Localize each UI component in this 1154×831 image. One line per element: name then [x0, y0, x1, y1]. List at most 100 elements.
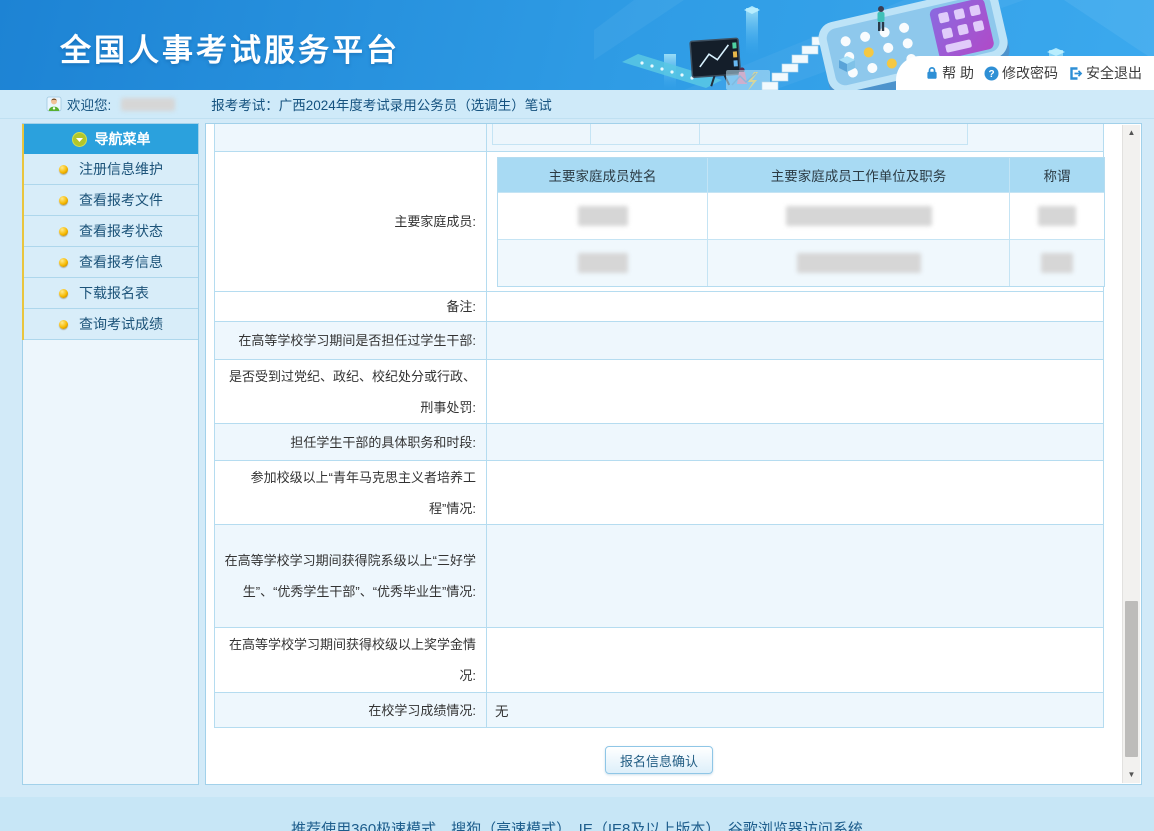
- sidebar-item-label: 注册信息维护: [79, 159, 163, 179]
- row-label: 在高等学校学习期间获得校级以上奖学金情况:: [215, 628, 487, 692]
- nav-menu-title: 导航菜单: [95, 129, 151, 149]
- application-form-table: 主要家庭成员: 主要家庭成员姓名 主要家庭成员工作单位及职务 称谓: [214, 124, 1104, 728]
- bullet-icon: [59, 258, 68, 267]
- help-label: 帮 助: [942, 63, 974, 83]
- bullet-icon: [59, 227, 68, 236]
- family-members-value: 主要家庭成员姓名 主要家庭成员工作单位及职务 称谓: [487, 152, 1105, 291]
- footer: 推荐使用360极速模式、搜狗（高速模式）、IE（IE8及以上版本）、谷歌浏览器访…: [0, 797, 1154, 831]
- row-value: [487, 322, 1103, 359]
- partial-cell: [493, 124, 591, 144]
- header: 全国人事考试服务平台 帮 助 ? 修改密码 安全退出: [0, 0, 1154, 90]
- row-label: 在高等学校学习期间获得院系级以上“三好学生”、“优秀学生干部”、“优秀毕业生”情…: [215, 525, 487, 627]
- user-avatar-icon: [46, 96, 62, 112]
- sidebar-item-label: 下载报名表: [79, 283, 149, 303]
- row-value: [487, 360, 1103, 423]
- sidebar-item-view-application-info[interactable]: 查看报考信息: [24, 247, 198, 278]
- redacted-member-workunit: [786, 206, 932, 226]
- form-row-cadre-position: 担任学生干部的具体职务和时段:: [215, 423, 1103, 460]
- family-members-row: 主要家庭成员: 主要家庭成员姓名 主要家庭成员工作单位及职务 称谓: [215, 151, 1103, 291]
- scroll-down-arrow-icon[interactable]: ▼: [1123, 767, 1140, 783]
- row-value: [487, 461, 1103, 524]
- redacted-member-name: [578, 253, 628, 273]
- partial-row: [215, 124, 1103, 151]
- scroll-up-arrow-icon[interactable]: ▲: [1123, 125, 1140, 141]
- column-header-workunit: 主要家庭成员工作单位及职务: [708, 158, 1010, 192]
- header-toolbar: 帮 助 ? 修改密码 安全退出: [896, 56, 1154, 90]
- welcome-label: 欢迎您:: [67, 94, 111, 114]
- form-row-punishment: 是否受到过党纪、政纪、校纪处分或行政、刑事处罚:: [215, 359, 1103, 423]
- redacted-member-workunit: [797, 253, 921, 273]
- row-value: [487, 424, 1103, 460]
- row-label: 在校学习成绩情况:: [215, 693, 487, 727]
- form-row-academic-record: 在校学习成绩情况: 无: [215, 692, 1103, 727]
- row-value: [487, 628, 1103, 692]
- family-table-row: [498, 192, 1104, 239]
- change-password-label: 修改密码: [1002, 63, 1058, 83]
- button-row: 报名信息确认: [214, 746, 1104, 774]
- sidebar-item-query-scores[interactable]: 查询考试成绩: [24, 309, 198, 340]
- form-row-marxist-program: 参加校级以上“青年马克思主义者培养工程”情况:: [215, 460, 1103, 524]
- sidebar-item-register-info[interactable]: 注册信息维护: [24, 154, 198, 185]
- sidebar-item-label: 查看报考状态: [79, 221, 163, 241]
- bullet-icon: [59, 289, 68, 298]
- redacted-username: [121, 98, 175, 111]
- sidebar-item-view-application-status[interactable]: 查看报考状态: [24, 216, 198, 247]
- sidebar-item-download-form[interactable]: 下载报名表: [24, 278, 198, 309]
- partial-cell: [591, 124, 700, 144]
- sidebar: 导航菜单 注册信息维护 查看报考文件 查看报考状态 查看报考信息: [22, 123, 199, 785]
- page-title: 全国人事考试服务平台: [60, 25, 400, 70]
- logout-label: 安全退出: [1086, 63, 1142, 83]
- bullet-icon: [59, 196, 68, 205]
- question-icon: ?: [984, 66, 999, 81]
- redacted-member-relation: [1038, 206, 1076, 226]
- row-label: 担任学生干部的具体职务和时段:: [215, 424, 487, 460]
- form-row-student-cadre: 在高等学校学习期间是否担任过学生干部:: [215, 321, 1103, 359]
- welcome-bar: 欢迎您: 报考考试：广西2024年度考试录用公务员（选调生）笔试: [0, 90, 1154, 119]
- row-label: 在高等学校学习期间是否担任过学生干部:: [215, 322, 487, 359]
- confirm-registration-button[interactable]: 报名信息确认: [605, 746, 713, 774]
- row-value: [487, 292, 1103, 321]
- redacted-member-name: [578, 206, 628, 226]
- sidebar-item-label: 查看报考信息: [79, 252, 163, 272]
- family-members-label: 主要家庭成员:: [215, 152, 487, 291]
- bullet-icon: [59, 320, 68, 329]
- logout-link[interactable]: 安全退出: [1068, 63, 1142, 83]
- family-table-row: [498, 239, 1104, 286]
- logout-icon: [1068, 66, 1083, 81]
- change-password-link[interactable]: ? 修改密码: [984, 63, 1058, 83]
- sidebar-item-label: 查询考试成绩: [79, 314, 163, 334]
- sidebar-item-label: 查看报考文件: [79, 190, 163, 210]
- page-body: 导航菜单 注册信息维护 查看报考文件 查看报考状态 查看报考信息: [0, 119, 1154, 797]
- partial-row-label: [215, 124, 487, 151]
- nav-menu-header: 导航菜单: [24, 124, 198, 154]
- content-panel: 主要家庭成员: 主要家庭成员姓名 主要家庭成员工作单位及职务 称谓: [205, 123, 1142, 785]
- form-row-remarks: 备注:: [215, 291, 1103, 321]
- vertical-scrollbar[interactable]: ▲ ▼: [1122, 125, 1140, 783]
- partial-row-value: [487, 124, 1103, 151]
- partial-inner-table: [492, 124, 968, 145]
- row-label: 参加校级以上“青年马克思主义者培养工程”情况:: [215, 461, 487, 524]
- sidebar-item-view-exam-files[interactable]: 查看报考文件: [24, 185, 198, 216]
- column-header-relation: 称谓: [1010, 158, 1104, 192]
- row-label: 是否受到过党纪、政纪、校纪处分或行政、刑事处罚:: [215, 360, 487, 423]
- nav-list: 注册信息维护 查看报考文件 查看报考状态 查看报考信息 下载报名表: [24, 154, 198, 340]
- scrollbar-thumb[interactable]: [1125, 601, 1138, 757]
- family-members-table: 主要家庭成员姓名 主要家庭成员工作单位及职务 称谓: [497, 157, 1105, 287]
- form-row-scholarship: 在高等学校学习期间获得校级以上奖学金情况:: [215, 627, 1103, 692]
- help-link[interactable]: 帮 助: [925, 63, 974, 83]
- exam-label: 报考考试：广西2024年度考试录用公务员（选调生）笔试: [211, 94, 552, 114]
- column-header-name: 主要家庭成员姓名: [498, 158, 708, 192]
- footer-browser-tip: 推荐使用360极速模式、搜狗（高速模式）、IE（IE8及以上版本）、谷歌浏览器访…: [0, 818, 1154, 831]
- row-label: 备注:: [215, 292, 487, 321]
- redacted-member-relation: [1041, 253, 1073, 273]
- family-table-header: 主要家庭成员姓名 主要家庭成员工作单位及职务 称谓: [498, 158, 1104, 192]
- bullet-icon: [59, 165, 68, 174]
- partial-cell: [700, 124, 967, 144]
- lock-icon: [925, 66, 939, 80]
- row-value: [487, 525, 1103, 627]
- nav-menu: 导航菜单 注册信息维护 查看报考文件 查看报考状态 查看报考信息: [22, 124, 198, 340]
- row-value: 无: [487, 693, 1103, 727]
- svg-text:?: ?: [988, 69, 994, 80]
- chevron-down-circle-icon: [72, 132, 87, 147]
- form-row-honors: 在高等学校学习期间获得院系级以上“三好学生”、“优秀学生干部”、“优秀毕业生”情…: [215, 524, 1103, 627]
